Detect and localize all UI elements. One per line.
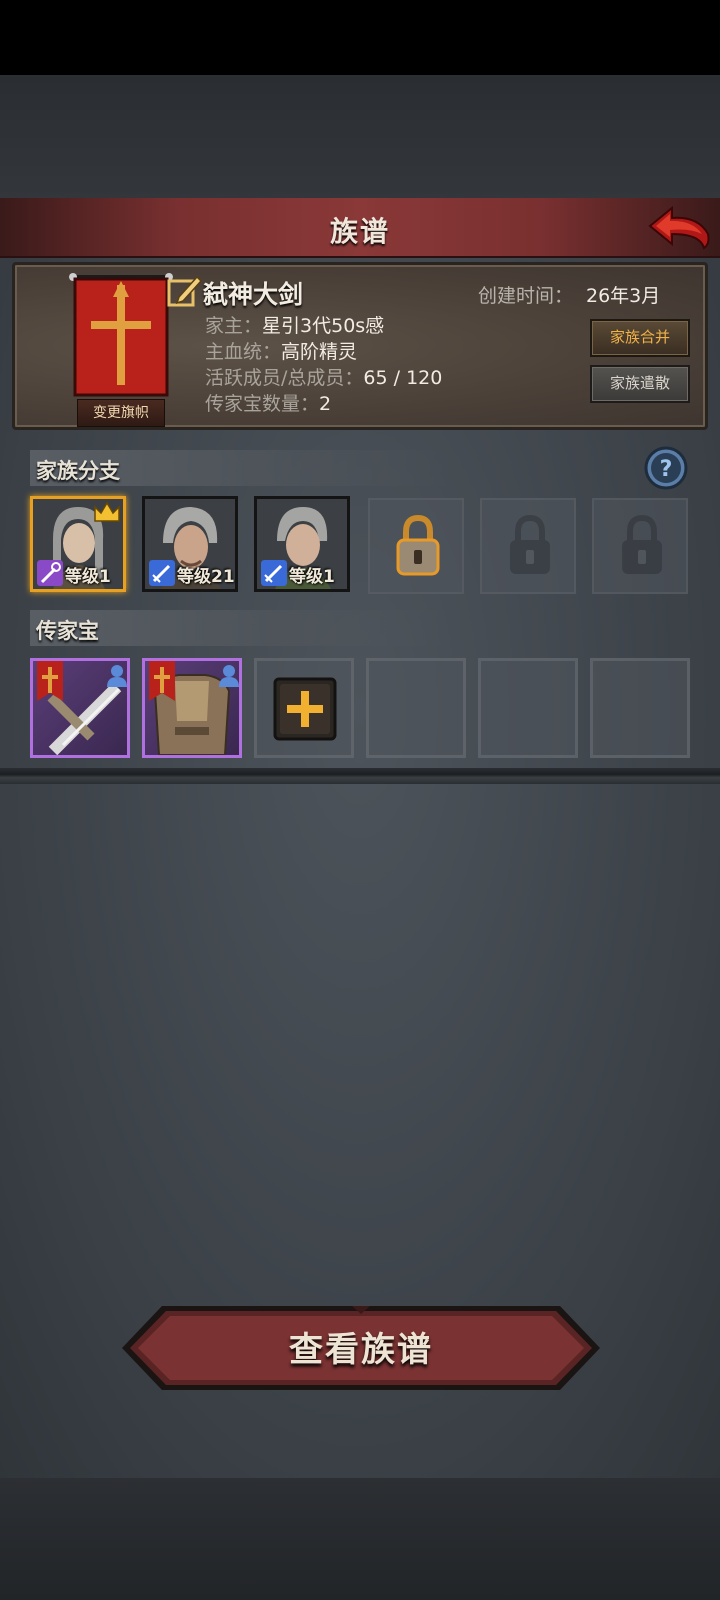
empty-heirloom-slot [366,658,466,758]
heirloom-count-value: 2 [319,393,332,415]
locked-branch-slot [480,498,576,594]
heirloom-count-row: 传家宝数量：2 [205,389,331,416]
heirlooms-header: 传家宝 [30,610,450,646]
unlockable-branch-slot[interactable] [368,498,464,594]
locked-branch-slot [592,498,688,594]
view-family-tree-button[interactable]: 查看族谱 [122,1304,600,1392]
branches-title: 家族分支 [36,459,120,483]
greatsword-icon [37,661,127,755]
bloodline-label: 主血统： [205,341,282,363]
armor-icon [149,661,239,755]
member-level: 等级1 [289,567,335,587]
top-background [0,75,720,198]
page-title: 族谱 [329,215,390,248]
back-arrow-icon[interactable] [646,204,712,252]
heirlooms-title: 传家宝 [36,619,99,643]
lock-icon [622,514,662,574]
sword-icon [149,560,175,586]
staff-icon [37,560,63,586]
heirloom-slot[interactable] [30,658,130,758]
heirloom-slot[interactable] [142,658,242,758]
member-level: 等级21 [177,567,235,587]
lock-icon [510,514,550,574]
heirloom-count-label: 传家宝数量： [205,393,320,415]
family-disband-button[interactable]: 家族遣散 [590,365,690,403]
members-value: 65 / 120 [363,367,443,389]
created-time-label: 创建时间： [478,285,574,307]
empty-heirloom-slot [478,658,578,758]
sword-icon [261,560,287,586]
status-bar [0,0,720,75]
family-name: 弑神大剑 [203,280,304,309]
patriarch-row: 家主：星引3代50s感 [205,311,384,338]
lock-icon [396,514,440,576]
members-row: 活跃成员/总成员：65 / 120 [205,363,442,390]
patriarch-label: 家主： [205,315,263,337]
bottom-background [0,1478,720,1600]
branch-member-slot[interactable]: 等级1 [254,496,350,592]
family-info-panel: 变更旗帜 弑神大剑 创建时间： 26年3月 家主：星引3代50s感 主血统：高阶… [12,262,708,430]
add-heirloom-slot[interactable] [254,658,354,758]
crown-icon [94,501,120,522]
branch-member-slot[interactable]: 等级21 [142,496,238,592]
help-icon[interactable]: ? [644,446,688,490]
branches-header: 家族分支 [30,450,450,486]
bloodline-row: 主血统：高阶精灵 [205,337,357,364]
created-time-value: 26年3月 [586,285,661,307]
bloodline-value: 高阶精灵 [281,341,358,363]
svg-text:?: ? [660,457,673,482]
patriarch-value: 星引3代50s感 [262,315,385,337]
change-banner-button[interactable]: 变更旗帜 [77,399,165,427]
branch-member-slot[interactable]: 等级1 [30,496,126,592]
members-label: 活跃成员/总成员： [205,367,364,389]
edit-name-icon[interactable] [167,273,203,309]
section-divider [0,768,720,784]
plus-icon [273,677,337,741]
family-banner[interactable] [69,273,173,397]
view-family-tree-label: 查看族谱 [289,1330,433,1370]
member-level: 等级1 [65,567,111,587]
family-merge-button[interactable]: 家族合并 [590,319,690,357]
title-bar: 族谱 [0,198,720,258]
empty-heirloom-slot [590,658,690,758]
